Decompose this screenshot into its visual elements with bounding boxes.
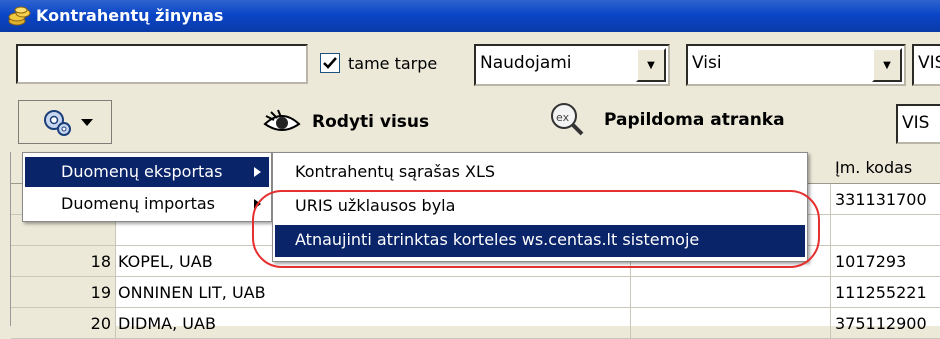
type-select-value: Visi: [692, 53, 722, 73]
eye-icon: [263, 109, 301, 131]
secondary-select[interactable]: VIS: [896, 104, 940, 144]
gears-icon: [44, 110, 71, 136]
group-select[interactable]: VIS: [912, 44, 940, 86]
check-icon: [323, 57, 337, 69]
actions-menu-button[interactable]: [18, 100, 112, 144]
row-number: 20: [11, 308, 116, 339]
svg-text:ex: ex: [556, 111, 570, 124]
code-cell: [831, 215, 940, 246]
extra-filter-label: Papildoma atranka: [604, 110, 785, 130]
group-select-value: VIS: [918, 53, 940, 73]
code-cell: 331131700: [831, 184, 940, 215]
empty-cell: [631, 277, 831, 308]
checkbox-label: tame tarpe: [348, 54, 438, 73]
type-select[interactable]: Visi ▼: [686, 44, 906, 86]
status-select-value: Naudojami: [480, 53, 572, 73]
row-number: 18: [11, 246, 116, 277]
show-all-button[interactable]: Rodyti visus: [262, 108, 429, 136]
status-select[interactable]: Naudojami ▼: [474, 44, 670, 86]
tame-tarpe-checkbox[interactable]: [320, 53, 340, 73]
row-number: 19: [11, 277, 116, 308]
window-title: Kontrahentų žinynas: [36, 6, 224, 25]
menu-item-import[interactable]: Duomenų importas: [25, 189, 269, 219]
submenu-item-xls[interactable]: Kontrahentų sąrašas XLS: [275, 157, 805, 187]
chevron-down-icon[interactable]: ▼: [636, 48, 666, 82]
extra-filter-button[interactable]: ex Papildoma atranka: [548, 100, 785, 140]
menu-item-export[interactable]: Duomenų eksportas: [25, 157, 269, 187]
code-cell: 111255221: [831, 277, 940, 308]
name-cell: ONNINEN LIT, UAB: [116, 277, 631, 308]
menu-item-import-label: Duomenų importas: [61, 194, 216, 213]
highlight-ring: [252, 190, 820, 268]
table-row[interactable]: 19 ONNINEN LIT, UAB 111255221: [11, 277, 940, 308]
chevron-right-icon: [254, 167, 261, 177]
table-row[interactable]: 20 DIDMA, UAB 375112900: [11, 308, 940, 339]
caret-down-icon: [81, 119, 93, 126]
name-cell: DIDMA, UAB: [116, 308, 631, 339]
search-input[interactable]: [16, 44, 308, 84]
title-bar: Kontrahentų žinynas: [0, 0, 940, 32]
menu-item-export-label: Duomenų eksportas: [61, 162, 223, 181]
coins-icon: [8, 6, 31, 26]
actions-menu: Duomenų eksportas Duomenų importas: [22, 152, 272, 222]
magnifier-icon: ex: [551, 103, 584, 136]
secondary-select-value: VIS: [902, 113, 930, 133]
chevron-down-icon[interactable]: ▼: [872, 48, 902, 82]
code-column-header[interactable]: Įm. kodas: [831, 152, 940, 184]
code-cell: 1017293: [831, 246, 940, 277]
code-cell: 375112900: [831, 308, 940, 339]
show-all-label: Rodyti visus: [312, 112, 430, 132]
empty-cell: [631, 308, 831, 339]
